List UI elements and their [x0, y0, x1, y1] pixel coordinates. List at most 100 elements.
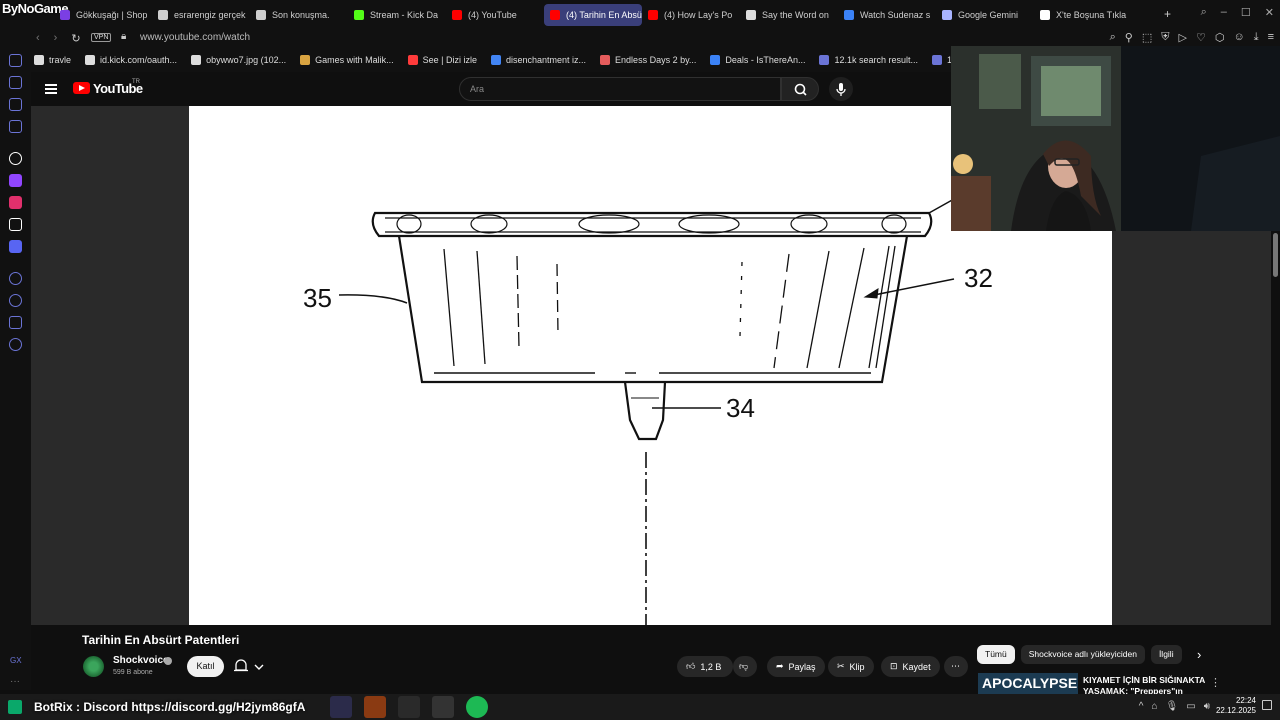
- gx-icon[interactable]: GX: [10, 656, 22, 665]
- tab[interactable]: Gökkuşağı | Shop: [54, 4, 152, 26]
- recorder-taskbar-icon[interactable]: [398, 696, 420, 718]
- volume-icon[interactable]: 🔊︎: [1204, 701, 1210, 712]
- search-button[interactable]: [781, 77, 819, 101]
- mic-icon[interactable]: 🎙︎: [1166, 701, 1179, 712]
- shield-icon[interactable]: ⛨: [1161, 31, 1169, 44]
- sidebar-mail-icon[interactable]: [9, 98, 22, 111]
- recommended-menu-icon[interactable]: ⋮: [1210, 676, 1221, 689]
- tab[interactable]: Son konuşma.: [250, 4, 348, 26]
- tab[interactable]: esrarengiz gerçek: [152, 4, 250, 26]
- guide-menu-icon[interactable]: [45, 84, 57, 94]
- bookmark-item[interactable]: travle: [34, 55, 71, 65]
- bookmark-item[interactable]: See | Dizi izle: [407, 55, 477, 65]
- dislike-button[interactable]: 👎︎: [733, 656, 757, 677]
- sidebar-twitch-icon[interactable]: [9, 174, 22, 187]
- clock-time: 22:24: [1235, 696, 1256, 705]
- bookmark-item[interactable]: 12.1k search result...: [819, 55, 918, 65]
- forward-icon[interactable]: ›: [54, 32, 58, 45]
- sidebar-more-icon[interactable]: ···: [10, 676, 20, 687]
- send-icon[interactable]: ▷: [1179, 31, 1187, 44]
- extensions-icon[interactable]: ⬡: [1215, 31, 1225, 44]
- reload-icon[interactable]: ↻: [71, 32, 80, 45]
- minimize-button[interactable]: –: [1221, 6, 1227, 19]
- opera-gx-taskbar-icon[interactable]: [330, 696, 352, 718]
- tray-chevron-icon[interactable]: ^: [1139, 701, 1144, 712]
- sidebar-m-icon[interactable]: [9, 120, 22, 133]
- google-icon: [491, 55, 501, 65]
- pin-icon[interactable]: ⚲: [1125, 31, 1133, 44]
- search-icon[interactable]: ⌕: [1201, 6, 1207, 19]
- bell-icon: [234, 659, 264, 672]
- sidebar-aria-icon[interactable]: [9, 152, 22, 165]
- filter-chip[interactable]: Shockvoice adlı yükleyiciden: [1020, 645, 1145, 664]
- recommended-thumbnail[interactable]: APOCALYPSE: [978, 673, 1078, 695]
- sidebar-x-icon[interactable]: [9, 218, 22, 231]
- maximize-button[interactable]: ☐: [1241, 6, 1251, 19]
- vpn-badge[interactable]: VPN: [91, 33, 112, 42]
- heart-icon[interactable]: ♡: [1196, 31, 1206, 44]
- tab[interactable]: (4) How Lay's Po: [642, 4, 740, 26]
- scrollbar-thumb[interactable]: [1273, 233, 1278, 277]
- snapshot-icon[interactable]: ⬚: [1142, 31, 1152, 44]
- bookmark-item[interactable]: Games with Malik...: [300, 55, 394, 65]
- notification-bell-button[interactable]: [230, 656, 270, 677]
- tab[interactable]: (4) Tarihin En Absürt Pate: [544, 4, 642, 26]
- save-button[interactable]: ⊡ Kaydet: [881, 656, 940, 677]
- spotify-taskbar-icon[interactable]: [466, 696, 488, 718]
- url-field[interactable]: www.youtube.com/watch: [140, 32, 250, 43]
- epic-games-taskbar-icon[interactable]: [432, 696, 454, 718]
- sidebar-clock-icon[interactable]: [9, 294, 22, 307]
- bookmark-item[interactable]: disenchantment iz...: [491, 55, 586, 65]
- like-button[interactable]: 👍︎ 1,2 B: [677, 656, 733, 677]
- share-button[interactable]: ➦ Paylaş: [767, 656, 825, 677]
- search-input[interactable]: Ara: [459, 77, 781, 101]
- filter-chip[interactable]: Tümü: [977, 645, 1015, 664]
- chevron-right-icon[interactable]: ›: [1197, 647, 1201, 662]
- more-actions-button[interactable]: ⋯: [944, 656, 968, 677]
- tab[interactable]: Stream - Kick Da: [348, 4, 446, 26]
- sidebar-settings-icon[interactable]: [9, 338, 22, 351]
- start-icon[interactable]: [8, 700, 22, 714]
- tab[interactable]: X'te Boşuna Tıkla: [1034, 4, 1132, 26]
- download-icon[interactable]: ⤓: [1254, 31, 1259, 44]
- voice-search-button[interactable]: [829, 77, 853, 101]
- game-icon: [300, 55, 311, 65]
- close-button[interactable]: ✕: [1265, 6, 1274, 19]
- sidebar-instagram-icon[interactable]: [9, 196, 22, 209]
- system-tray: ^ ⌂ 🎙︎ ▭ 🔊︎: [1139, 701, 1210, 712]
- tab[interactable]: Say the Word on: [740, 4, 838, 26]
- app-taskbar-icon[interactable]: [364, 696, 386, 718]
- clip-button[interactable]: ✂ Klip: [828, 656, 874, 677]
- sidebar-cube-icon[interactable]: [9, 316, 22, 329]
- network-icon[interactable]: ⌂: [1151, 701, 1157, 712]
- notification-icon[interactable]: [1262, 700, 1272, 710]
- monitor-icon[interactable]: ▭: [1186, 701, 1195, 712]
- sidebar-discord-icon[interactable]: [9, 240, 22, 253]
- bookmark-item[interactable]: Deals - IsThereAn...: [710, 55, 805, 65]
- sidebar-history-icon[interactable]: [9, 54, 22, 67]
- menu-icon[interactable]: ≡: [1268, 31, 1274, 44]
- join-button[interactable]: Katıl: [187, 656, 224, 677]
- bookmark-item[interactable]: Endless Days 2 by...: [600, 55, 696, 65]
- tab[interactable]: Watch Sudenaz s: [838, 4, 936, 26]
- play-icon: [407, 55, 418, 65]
- sidebar-extensions-icon[interactable]: [9, 76, 22, 89]
- mail-icon: [600, 55, 611, 65]
- bookmark-item[interactable]: obywwo7.jpg (102...: [191, 55, 286, 65]
- sidebar-player-icon[interactable]: [9, 272, 22, 285]
- bookmark-item[interactable]: id.kick.com/oauth...: [85, 55, 177, 65]
- new-tab-button[interactable]: +: [1164, 7, 1171, 21]
- account-icon[interactable]: ☺: [1233, 31, 1244, 44]
- channel-name[interactable]: Shockvoice: [113, 655, 169, 666]
- tab[interactable]: Google Gemini: [936, 4, 1034, 26]
- page-scrollbar[interactable]: [1271, 231, 1280, 625]
- filter-chip[interactable]: İlgili: [1150, 645, 1182, 664]
- zoom-icon[interactable]: ⌕: [1110, 31, 1116, 44]
- taskbar: BotRix : Discord https://discord.gg/H2jy…: [0, 694, 1280, 720]
- channel-avatar[interactable]: [83, 656, 104, 677]
- lock-icon[interactable]: 🔒︎: [121, 31, 126, 42]
- tab[interactable]: (4) YouTube: [446, 4, 544, 26]
- back-icon[interactable]: ‹: [36, 32, 40, 45]
- clock[interactable]: 22:24 22.12.2025: [1216, 696, 1256, 716]
- youtube-logo-icon[interactable]: [73, 82, 90, 94]
